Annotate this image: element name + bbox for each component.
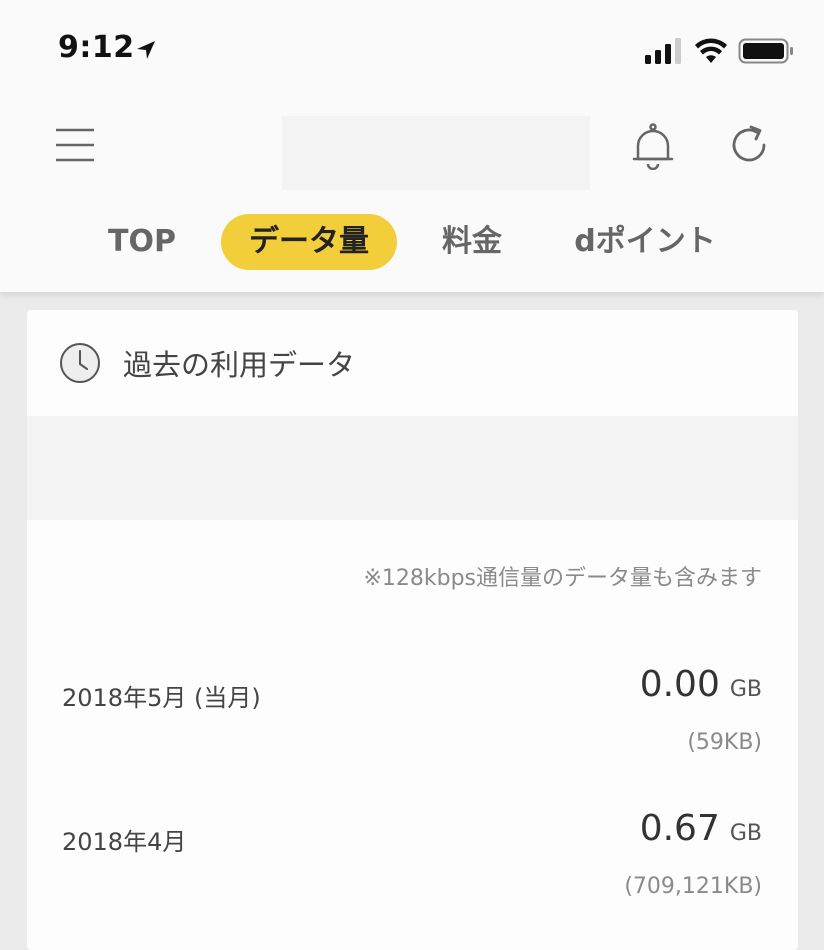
usage-kb-detail: (59KB): [687, 730, 762, 755]
status-time: 9:12: [58, 30, 135, 65]
tab-top[interactable]: TOP: [96, 214, 188, 270]
usage-amount-value: 0.67: [639, 808, 720, 849]
bell-icon[interactable]: [630, 122, 676, 170]
usage-kb-detail: (709,121KB): [624, 874, 762, 899]
usage-amount-value: 0.00: [639, 664, 720, 705]
clock-icon: [60, 343, 100, 383]
location-arrow-icon: [137, 41, 155, 59]
refresh-icon[interactable]: [726, 122, 772, 168]
usage-month-label: 2018年5月 (当月): [62, 684, 261, 712]
usage-note: ※128kbps通信量のデータ量も含みます: [363, 566, 762, 591]
cellular-signal-icon: [645, 38, 681, 64]
usage-row[interactable]: 2018年4月 0.67 GB (709,121KB): [27, 804, 798, 924]
card-title: 過去の利用データ: [123, 348, 356, 382]
usage-month-label: 2018年4月: [62, 828, 187, 856]
card-header: 過去の利用データ: [27, 310, 798, 414]
tab-fee[interactable]: 料金: [430, 214, 514, 270]
usage-row[interactable]: 2018年5月 (当月) 0.00 GB (59KB): [27, 660, 798, 780]
usage-amount: 0.67 GB: [640, 808, 762, 849]
wifi-icon: [695, 38, 727, 63]
usage-amount-unit: GB: [729, 677, 762, 702]
header-title-area: [282, 116, 590, 190]
battery-icon: [738, 38, 793, 64]
chart-placeholder-band: [27, 416, 798, 520]
tab-bar: TOP データ量 料金 dポイント: [0, 210, 824, 274]
tab-dpoint[interactable]: dポイント: [562, 214, 728, 270]
hamburger-menu-icon[interactable]: [54, 126, 96, 164]
usage-amount: 0.00 GB: [640, 664, 762, 705]
tab-data-usage[interactable]: データ量: [221, 214, 397, 270]
app-header: 9:12 TOP データ量 料金 dポイント: [0, 0, 824, 292]
usage-amount-unit: GB: [729, 821, 762, 846]
status-bar: 9:12: [0, 0, 824, 100]
past-usage-card: 過去の利用データ ※128kbps通信量のデータ量も含みます 2018年5月 (…: [27, 310, 798, 950]
